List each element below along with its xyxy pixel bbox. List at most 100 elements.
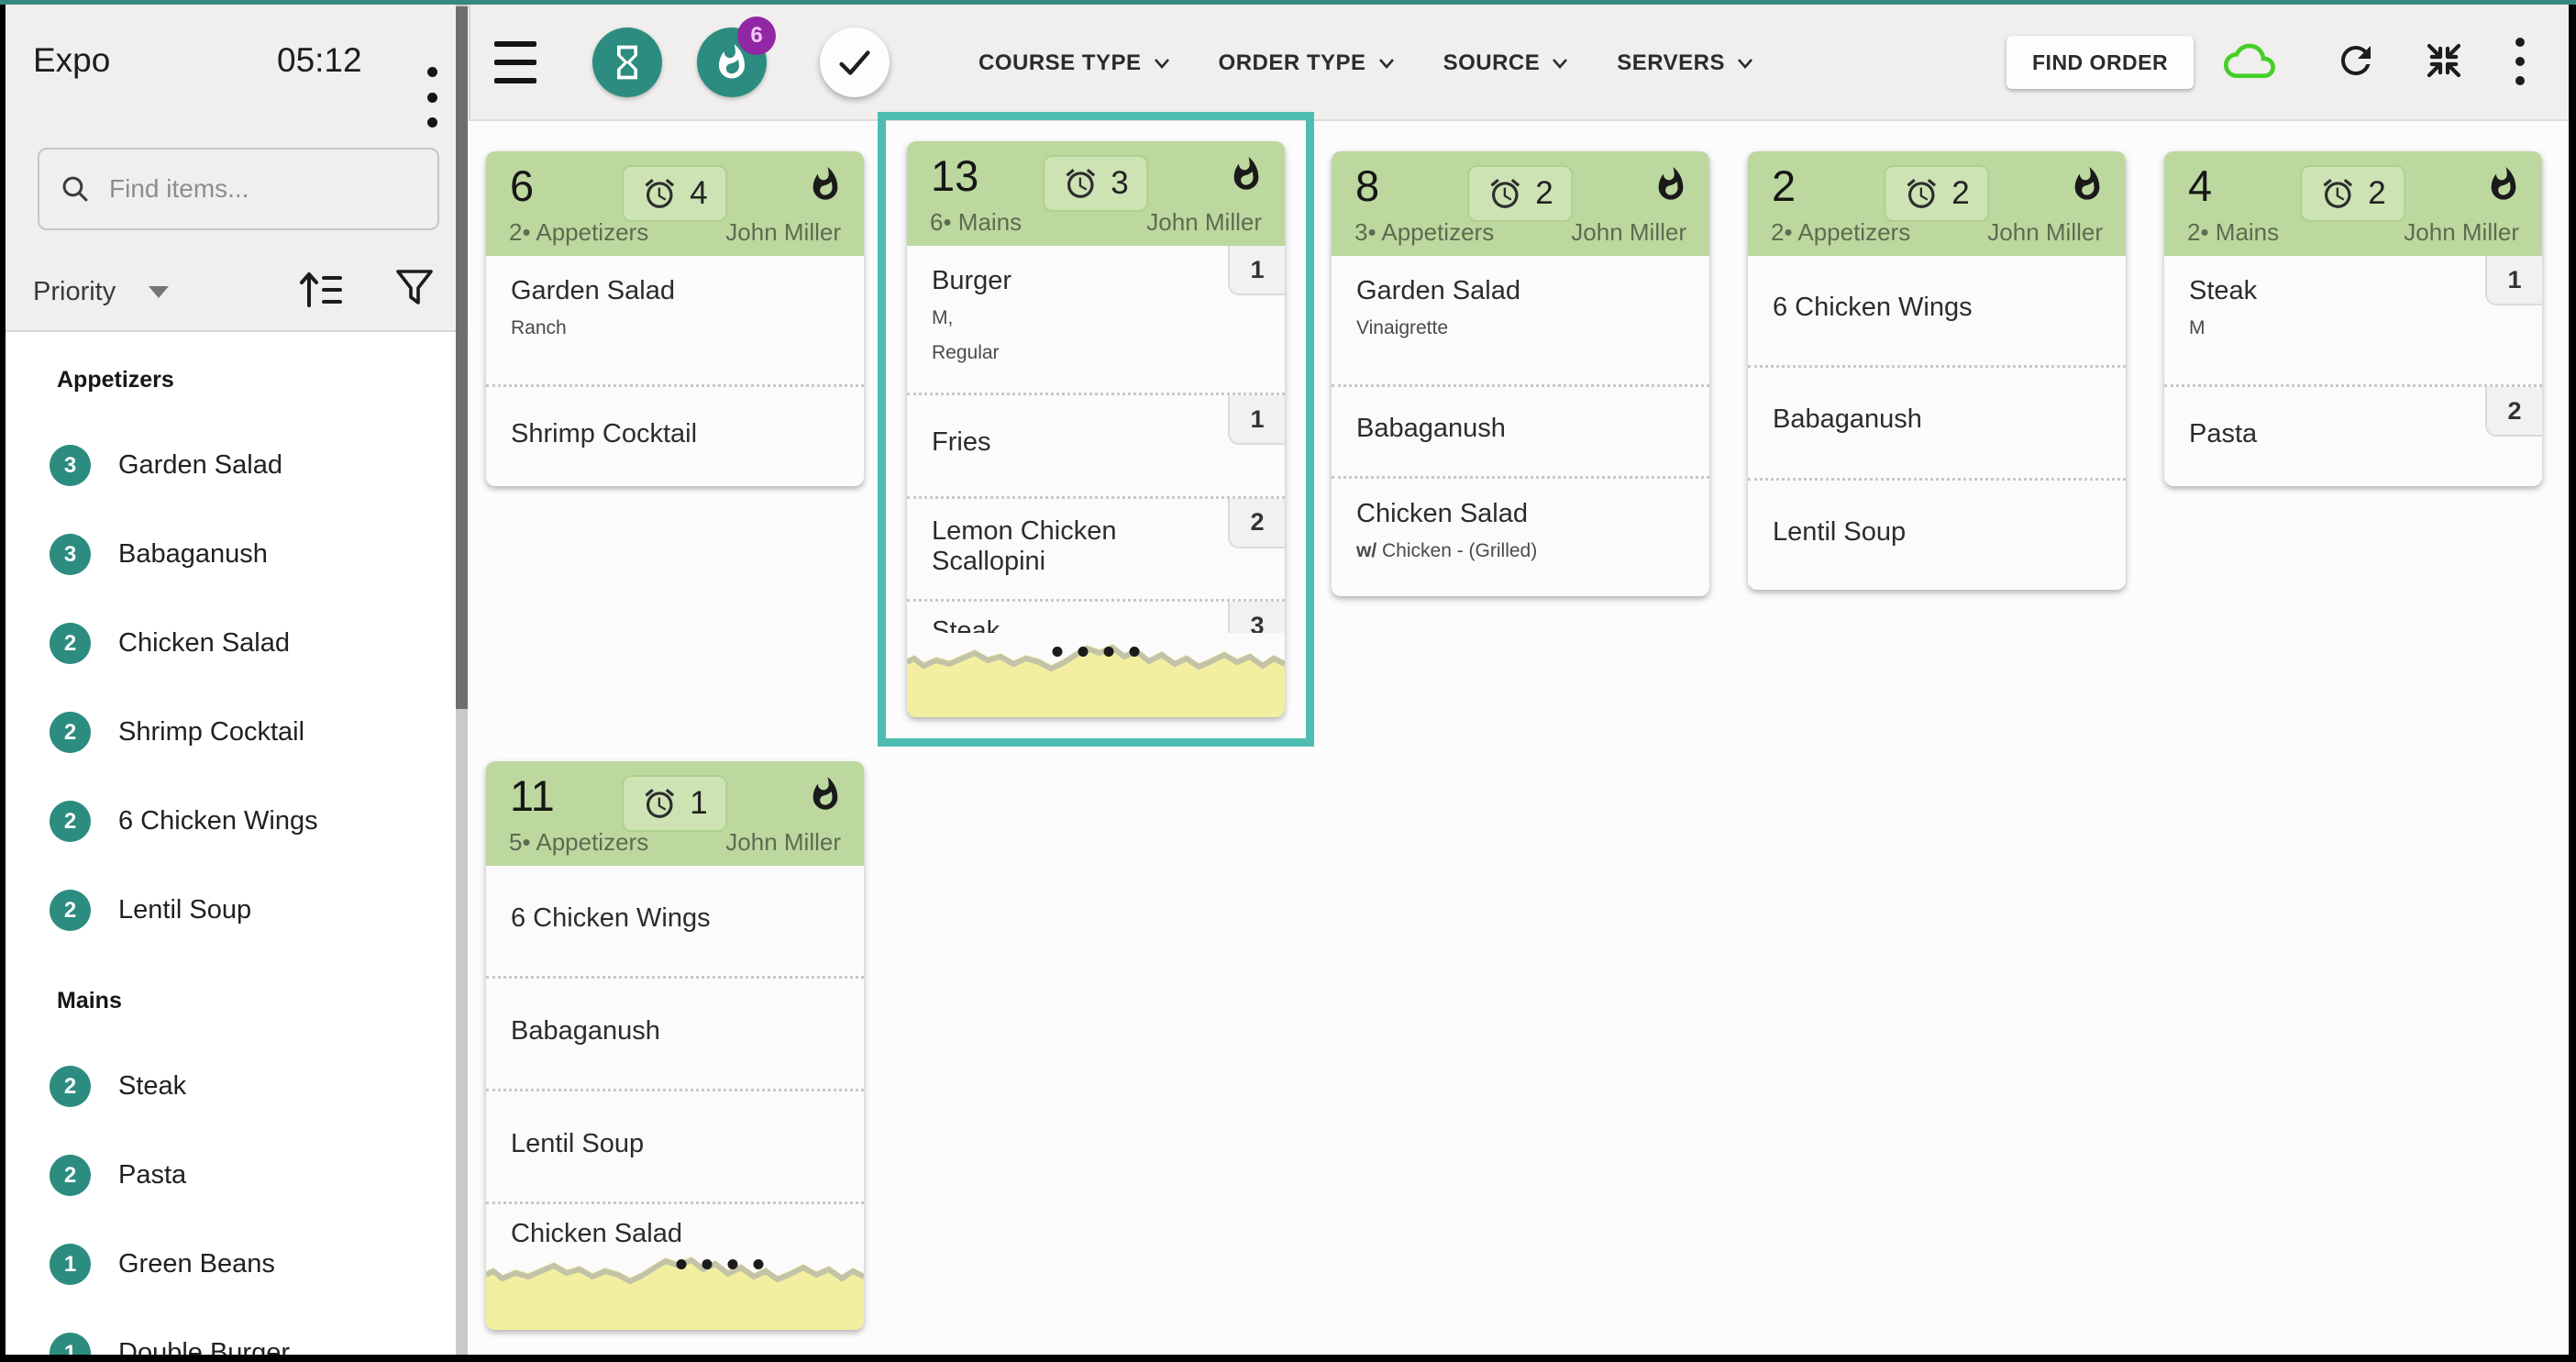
torn-edge xyxy=(907,633,1285,717)
order-item-row[interactable]: Lentil Soup xyxy=(486,1089,864,1201)
order-items: Garden SaladVinaigretteBabaganushChicken… xyxy=(1332,256,1709,596)
item-count-badge: 1 xyxy=(50,1333,91,1355)
order-item-row[interactable]: 1SteakM xyxy=(2164,256,2542,384)
order-item-row[interactable]: 6 Chicken Wings xyxy=(1748,256,2126,365)
item-qty-badge: 1 xyxy=(1228,246,1285,295)
alarm-count: 3 xyxy=(1111,165,1128,202)
item-name: Burger xyxy=(932,266,1198,296)
scrollbar-thumb[interactable] xyxy=(456,6,468,709)
item-name: Garden Salad xyxy=(1356,276,1622,306)
item-name: Lentil Soup xyxy=(1773,517,2039,548)
alarm-clock-icon xyxy=(642,176,677,211)
alarm-chip[interactable]: 1 xyxy=(622,775,727,832)
sidebar-item[interactable]: 26 Chicken Wings xyxy=(6,777,469,866)
filter-funnel-icon[interactable] xyxy=(391,263,438,311)
order-item-row[interactable]: 1Fries xyxy=(907,393,1285,496)
item-name: Babaganush xyxy=(1773,404,2039,435)
order-card-header: 1336• MainsJohn Miller xyxy=(907,141,1285,246)
order-item-row[interactable]: 1BurgerM,Regular xyxy=(907,246,1285,393)
order-card[interactable]: 1336• MainsJohn Miller1BurgerM,Regular1F… xyxy=(907,141,1285,717)
order-meta-row: 2• AppetizersJohn Miller xyxy=(1771,218,2103,247)
flame-icon xyxy=(2069,166,2106,203)
item-modifier: M, xyxy=(932,305,1198,331)
sidebar-item[interactable]: 2Steak xyxy=(6,1042,469,1131)
selected-order-frame: 1336• MainsJohn Miller1BurgerM,Regular1F… xyxy=(878,112,1314,747)
order-item-row[interactable]: Babaganush xyxy=(1748,365,2126,477)
order-card-header: 642• AppetizersJohn Miller xyxy=(486,151,864,256)
sidebar-item[interactable]: 2Shrimp Cocktail xyxy=(6,688,469,777)
sidebar-item-label: Steak xyxy=(118,1071,186,1102)
order-card[interactable]: 642• AppetizersJohn MillerGarden SaladRa… xyxy=(486,151,864,486)
order-card-header: 222• AppetizersJohn Miller xyxy=(1748,151,2126,256)
item-count-badge: 2 xyxy=(50,1155,91,1196)
order-card[interactable]: 1115• AppetizersJohn Miller6 Chicken Win… xyxy=(486,761,864,1330)
course-count-label: 6• Mains xyxy=(930,208,1022,237)
main-area: 6 COURSE TYPE ORDER TYPE xyxy=(469,5,2569,1355)
item-qty-badge: 1 xyxy=(2485,256,2542,305)
sidebar-kebab-menu-icon[interactable] xyxy=(418,67,446,127)
sidebar-item[interactable]: 2 Pasta xyxy=(6,1131,469,1220)
flame-icon xyxy=(1653,166,1689,203)
order-item-row[interactable]: Chicken Saladw/ Chicken - (Grilled) xyxy=(1332,476,1709,596)
order-item-row[interactable]: Shrimp Cocktail xyxy=(486,384,864,486)
order-item-row[interactable]: 2Lemon Chicken Scallopini xyxy=(907,496,1285,600)
order-item-row[interactable]: Babaganush xyxy=(1332,384,1709,476)
sidebar-item[interactable]: 1Green Beans xyxy=(6,1220,469,1309)
alarm-chip[interactable]: 2 xyxy=(2300,165,2405,222)
order-card[interactable]: 422• MainsJohn Miller1SteakM2Pasta xyxy=(2164,151,2542,486)
sidebar-item-label: Pasta xyxy=(118,1160,186,1190)
order-card[interactable]: 8 23• AppetizersJohn Miller Garden SaladVi… xyxy=(1332,151,1709,596)
sidebar-scrollbar[interactable] xyxy=(456,5,468,1355)
sidebar-item[interactable]: 2Lentil Soup xyxy=(6,866,469,955)
order-number: 11 xyxy=(510,770,555,821)
item-name: Chicken Salad xyxy=(1356,499,1622,529)
item-name: Pasta xyxy=(2189,419,2455,449)
item-qty-badge: 2 xyxy=(2485,387,2542,437)
item-name: Lemon Chicken Scallopini xyxy=(932,516,1198,577)
priority-dropdown[interactable]: Priority xyxy=(33,277,116,307)
sidebar-item[interactable]: 2Chicken Salad xyxy=(6,599,469,688)
flame-icon xyxy=(807,776,844,813)
item-qty-badge: 1 xyxy=(1228,395,1285,445)
course-count-label: 2• Mains xyxy=(2187,218,2279,247)
order-card-header: 422• MainsJohn Miller xyxy=(2164,151,2542,256)
item-count-badge: 3 xyxy=(50,534,91,575)
alarm-chip[interactable]: 2 xyxy=(1884,165,1989,222)
order-item-row[interactable]: 2 Pasta xyxy=(2164,384,2542,486)
alarm-chip[interactable]: 2 xyxy=(1467,165,1573,222)
order-item-row[interactable]: Babaganush xyxy=(486,976,864,1089)
order-item-row[interactable]: Lentil Soup xyxy=(1748,478,2126,590)
more-items-dots xyxy=(677,1259,764,1269)
sidebar-item-label: Garden Salad xyxy=(118,450,282,481)
sort-ascending-icon[interactable] xyxy=(294,263,344,313)
kds-expo-screen: Expo 05:12 Find items... Priority xyxy=(0,0,2576,1362)
alarm-chip[interactable]: 3 xyxy=(1043,155,1148,212)
alarm-clock-icon xyxy=(642,786,677,821)
item-name: Shrimp Cocktail xyxy=(511,419,777,449)
alarm-clock-icon xyxy=(1904,176,1939,211)
sort-filter-row: Priority xyxy=(33,263,441,320)
sidebar-item[interactable]: 3Babaganush xyxy=(6,510,469,599)
search-input[interactable]: Find items... xyxy=(38,148,439,230)
order-meta-row: 3• AppetizersJohn Miller xyxy=(1354,218,1686,247)
dropdown-caret-icon[interactable] xyxy=(149,286,169,298)
sidebar-item-label: Double Burger xyxy=(118,1338,290,1355)
item-name: Garden Salad xyxy=(511,276,777,306)
search-placeholder: Find items... xyxy=(109,174,249,204)
server-name: John Miller xyxy=(725,828,841,857)
flame-icon xyxy=(2485,166,2522,203)
alarm-count: 2 xyxy=(2368,175,2385,212)
sidebar-item[interactable]: 3Garden Salad xyxy=(6,421,469,510)
order-item-row[interactable]: Garden SaladRanch xyxy=(486,256,864,384)
order-item-row[interactable]: 6 Chicken Wings xyxy=(486,866,864,976)
flame-icon xyxy=(1228,156,1265,193)
sidebar-item[interactable]: 1 Double Burger xyxy=(6,1309,469,1355)
more-items-dots xyxy=(1053,647,1140,657)
order-item-row[interactable]: Garden SaladVinaigrette xyxy=(1332,256,1709,384)
order-card[interactable]: 222• AppetizersJohn Miller6 Chicken Wing… xyxy=(1748,151,2126,590)
alarm-chip[interactable]: 4 xyxy=(622,165,727,222)
course-count-label: 3• Appetizers xyxy=(1354,218,1494,247)
alarm-count: 2 xyxy=(1951,175,1969,212)
section-header: Mains xyxy=(57,988,469,1014)
order-number: 8 xyxy=(1355,161,1379,211)
